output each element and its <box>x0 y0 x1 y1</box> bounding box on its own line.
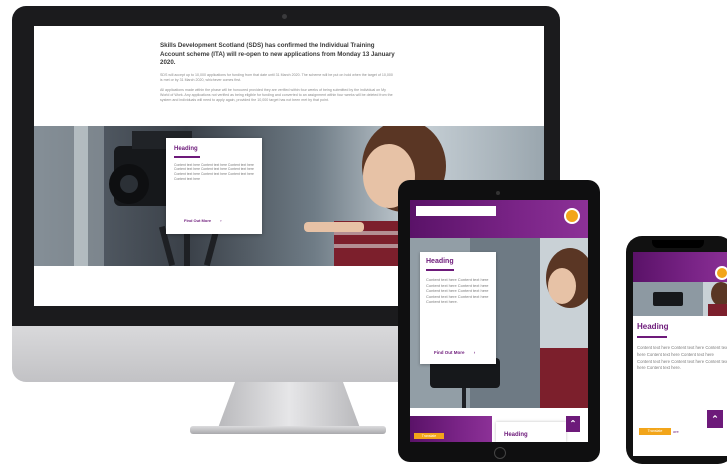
chevron-right-icon: › <box>473 350 476 355</box>
tablet-content-card: Heading Content text here Content text h… <box>420 252 496 364</box>
phone-content: Heading Content text here Content text h… <box>637 322 727 372</box>
tablet-find-out-more-link[interactable]: Find Out More › <box>434 350 475 355</box>
find-out-more-link[interactable]: Find Out More › <box>184 218 222 223</box>
card-heading-rule <box>174 156 200 158</box>
tablet-orange-button[interactable]: Translate <box>414 433 444 439</box>
phone-heading: Heading <box>637 322 669 331</box>
accessibility-badge-icon[interactable] <box>564 208 580 224</box>
phone-orange-button[interactable]: Translate <box>639 428 671 435</box>
tablet-find-out-more-label: Find Out More <box>434 350 465 355</box>
phone-header-band <box>633 252 727 282</box>
notice-section: Skills Development Scotland (SDS) has co… <box>160 42 396 108</box>
notice-paragraph-2: All applications made within the phase w… <box>160 87 393 102</box>
find-out-more-label: Find Out More <box>184 218 212 223</box>
tablet-search-bar[interactable] <box>416 206 496 216</box>
tablet-lower-card: Heading <box>496 422 566 442</box>
tablet-screen: Heading Content text here Content text h… <box>410 200 588 442</box>
phone-screen: Heading Content text here Content text h… <box>633 252 727 456</box>
notice-title: Skills Development Scotland (SDS) has co… <box>160 42 395 66</box>
phone-notch <box>652 240 704 248</box>
phone-body: Content text here Content text here Cont… <box>637 345 727 371</box>
phone-hero-photo <box>633 282 727 316</box>
tablet-card-heading: Heading <box>426 258 454 265</box>
double-chevron-up-icon[interactable]: ⌃ <box>566 416 580 432</box>
phone-heading-rule <box>637 336 667 338</box>
desktop-content-card: Heading Content text here Content text h… <box>166 138 262 234</box>
imac-foot <box>190 426 386 434</box>
tablet-card-rule <box>426 269 454 271</box>
notice-paragraph-1: SDS will accept up to 10,000 application… <box>160 72 393 82</box>
card-body: Content text here Content text here Cont… <box>174 162 254 181</box>
accessibility-badge-icon[interactable] <box>715 266 727 280</box>
chevron-right-icon: › <box>220 218 222 223</box>
imac-stand <box>218 382 360 428</box>
tablet-lower-card-heading: Heading <box>504 432 528 438</box>
phone-more-link[interactable]: ore <box>673 428 679 435</box>
tablet-home-button[interactable] <box>494 447 506 459</box>
double-chevron-up-icon[interactable]: ⌃ <box>707 410 723 428</box>
tablet-card-body: Content text here Content text here Cont… <box>426 277 489 305</box>
imac-camera <box>282 14 287 19</box>
tablet-camera <box>496 191 500 195</box>
card-heading: Heading <box>174 146 198 152</box>
